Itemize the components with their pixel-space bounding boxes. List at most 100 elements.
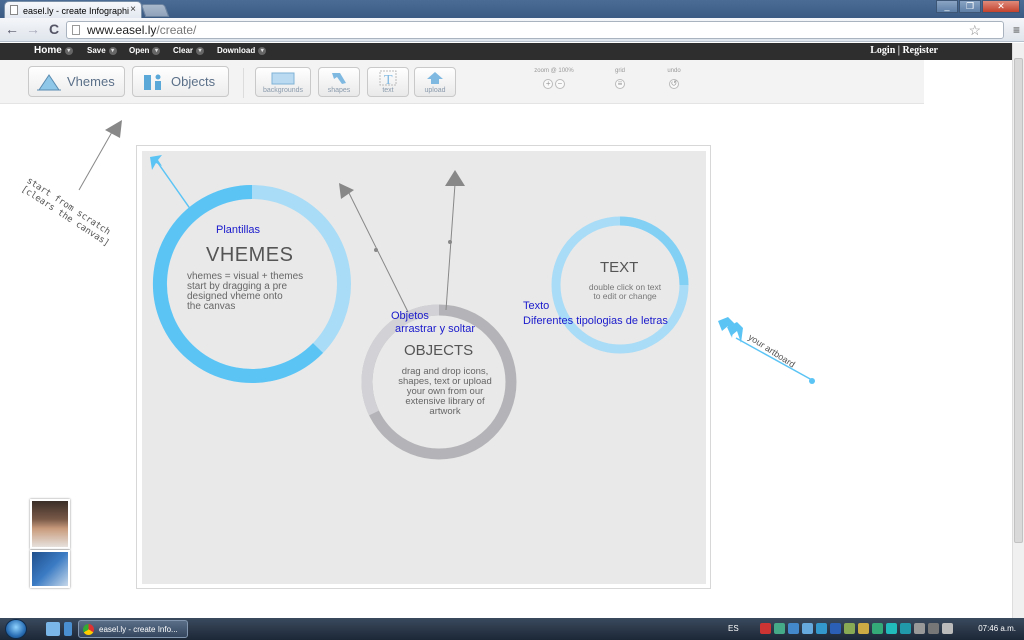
annotation-tipologias: Diferentes tipologias de letras: [523, 315, 668, 327]
url-path: /create/: [156, 23, 197, 37]
artboard-pointer-line: [735, 337, 813, 381]
tray-app-icon[interactable]: [886, 623, 897, 634]
shapes-icon: [332, 73, 346, 84]
close-window-button[interactable]: ✕: [982, 0, 1020, 13]
reload-button[interactable]: C: [45, 21, 63, 37]
undo-button[interactable]: ↺: [669, 79, 679, 89]
word-icon[interactable]: [830, 623, 841, 634]
vhemes-button[interactable]: Vhemes: [28, 66, 125, 97]
chrome-icon: [83, 624, 94, 635]
artboard-pointer-icon-2: [727, 322, 743, 343]
nav-open[interactable]: Open ▾: [129, 46, 161, 55]
annotation-plantillas: Plantillas: [216, 224, 261, 236]
close-tab-icon[interactable]: ×: [130, 4, 136, 15]
browser-tab[interactable]: easel.ly - create Infographi ×: [4, 1, 142, 18]
new-tab-button[interactable]: [140, 4, 170, 17]
login-register-link[interactable]: Login | Register: [870, 45, 938, 56]
taskbar-item-label: easel.ly - create Info...: [99, 625, 178, 634]
browser-menu-icon[interactable]: ≡: [1013, 23, 1020, 37]
show-desktop-icon[interactable]: [46, 622, 60, 636]
profile-photo: [30, 499, 70, 549]
annotation-arrastrar: arrastrar y soltar: [395, 323, 476, 335]
page-scrollbar[interactable]: [1012, 43, 1024, 618]
start-button[interactable]: [5, 619, 27, 639]
nav-save[interactable]: Save ▾: [87, 46, 117, 55]
shapes-label: shapes: [327, 87, 351, 94]
start-from-scratch-hint: start from scratch [clears the canvas]: [19, 176, 112, 249]
nav-home-label: Home: [34, 45, 62, 56]
grid-toggle-button[interactable]: ≡: [615, 79, 625, 89]
maximize-button[interactable]: ❐: [959, 0, 981, 13]
tray-app-icon[interactable]: [900, 623, 911, 634]
chevron-down-icon: ▾: [196, 46, 205, 55]
network-icon[interactable]: [928, 623, 939, 634]
page-favicon-icon: [10, 5, 18, 15]
browser-toolbar: ← → C www.easel.ly/create/ ☆ ≡: [0, 18, 1024, 42]
nav-clear[interactable]: Clear ▾: [173, 46, 205, 55]
tray-app-icon[interactable]: [914, 623, 925, 634]
bookmark-star-icon[interactable]: ☆: [968, 22, 981, 39]
backgrounds-label: backgrounds: [262, 87, 304, 94]
upload-tool[interactable]: upload: [414, 67, 456, 97]
text-label: text: [382, 87, 394, 94]
objects-button[interactable]: Objects: [132, 66, 229, 97]
objects-description: drag and drop icons, shapes, text or upl…: [398, 366, 492, 417]
zoom-in-button[interactable]: +: [543, 79, 554, 89]
tray-app-icon[interactable]: [816, 623, 827, 634]
artboard-pointer-icon: [718, 317, 734, 338]
annotation-objetos: Objetos: [391, 310, 429, 322]
shapes-tool[interactable]: shapes: [318, 67, 360, 97]
minimize-button[interactable]: _: [936, 0, 958, 13]
zoom-control: zoom @ 100% + −: [528, 68, 580, 89]
vhemes-heading: VHEMES: [206, 244, 294, 266]
tray-app-icon[interactable]: [760, 623, 771, 634]
scratch-arrow-icon: [105, 120, 122, 138]
address-bar[interactable]: www.easel.ly/create/ ☆: [66, 21, 1004, 39]
vhemes-label: Vhemes: [67, 74, 115, 89]
undo-label: undo: [667, 68, 681, 74]
taskbar-chrome-item[interactable]: easel.ly - create Info...: [78, 620, 188, 638]
zoom-out-button[interactable]: −: [554, 79, 565, 89]
page-icon: [72, 25, 80, 35]
backgrounds-tool[interactable]: backgrounds: [255, 67, 311, 97]
taskbar-clock[interactable]: 07:46 a.m.: [978, 624, 1016, 633]
nav-home[interactable]: Home ▾: [34, 45, 73, 56]
chevron-down-icon: ▾: [152, 46, 161, 55]
quicklaunch-icon[interactable]: [64, 622, 72, 636]
toolbar-divider: [243, 68, 244, 98]
scrollbar-thumb[interactable]: [1014, 58, 1023, 543]
backgrounds-icon: [271, 72, 295, 85]
nav-clear-label: Clear: [173, 46, 194, 55]
objects-heading: OBJECTS: [404, 342, 474, 359]
undo-control: undo ↺: [663, 68, 685, 89]
vhemes-description: vhemes = visual + themes start by draggi…: [187, 271, 304, 312]
tray-app-icon[interactable]: [788, 623, 799, 634]
chevron-down-icon: ▾: [258, 46, 267, 55]
grid-control: grid ≡: [610, 68, 630, 89]
forward-button[interactable]: →: [24, 21, 42, 37]
nav-download[interactable]: Download ▾: [217, 46, 267, 55]
volume-icon[interactable]: [942, 623, 953, 634]
chevron-down-icon: ▾: [64, 46, 73, 55]
window-controls: _ ❐ ✕: [936, 0, 1020, 14]
tray-app-icon[interactable]: [774, 623, 785, 634]
upload-icon: [427, 72, 443, 84]
tray-app-icon[interactable]: [802, 623, 813, 634]
tray-app-icon[interactable]: [844, 623, 855, 634]
zoom-label: zoom @ 100%: [534, 68, 574, 74]
tools-bar: Vhemes Objects backgrounds shapes T text…: [0, 60, 924, 104]
objects-label: Objects: [171, 74, 216, 89]
tray-app-icon[interactable]: [858, 623, 869, 634]
text-tool[interactable]: T text: [367, 67, 409, 97]
nav-open-label: Open: [129, 46, 150, 55]
annotation-texto: Texto: [523, 300, 550, 312]
windows-taskbar: easel.ly - create Info... ES 07:46 a.m.: [0, 618, 1024, 640]
thumbnail-image: [30, 550, 70, 588]
nav-download-label: Download: [217, 46, 256, 55]
scratch-arrow-line: [78, 131, 113, 191]
back-button[interactable]: ←: [3, 21, 21, 37]
upload-label: upload: [424, 87, 446, 94]
language-indicator[interactable]: ES: [728, 624, 739, 633]
tray-app-icon[interactable]: [872, 623, 883, 634]
your-artboard-hint: your artboard: [746, 332, 797, 370]
